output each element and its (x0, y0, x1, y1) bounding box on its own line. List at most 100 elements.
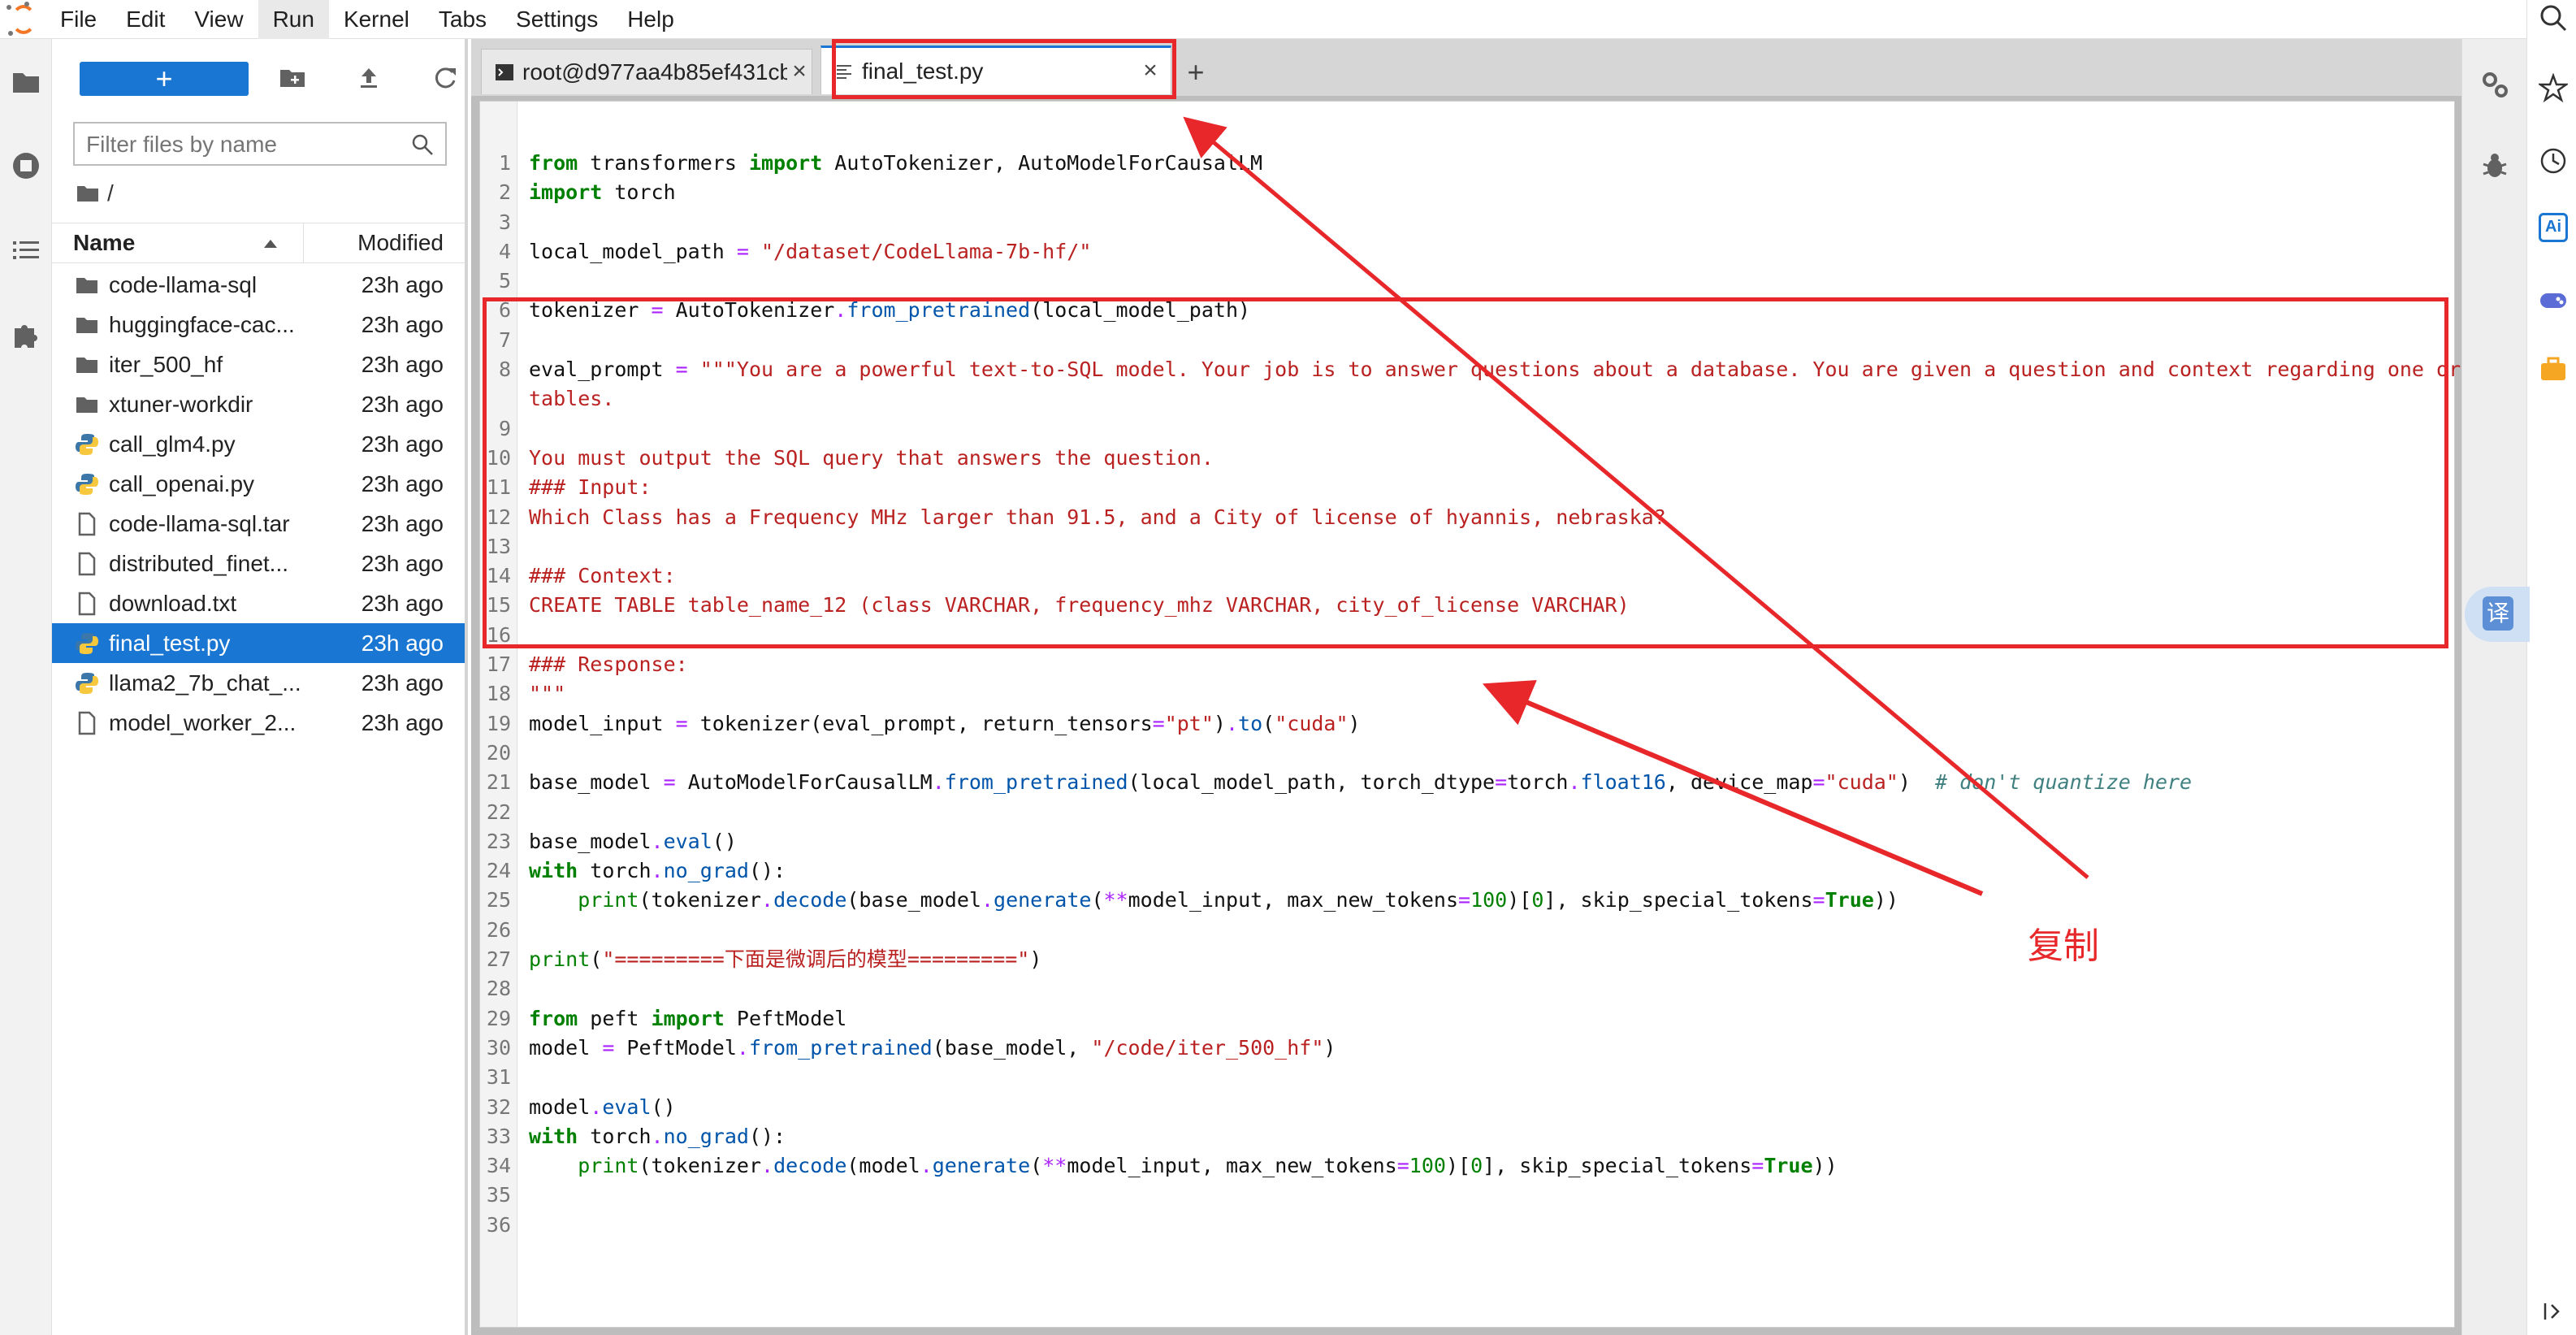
column-header-name[interactable]: Name (52, 223, 304, 262)
line-number: 22 (486, 800, 511, 824)
code-token: True (1825, 888, 1874, 912)
code-text: with torch.no_grad(): (529, 1122, 786, 1151)
menu-view[interactable]: View (180, 0, 258, 39)
gamepad-icon[interactable] (2539, 286, 2568, 315)
jupyter-logo-icon[interactable] (0, 0, 45, 39)
code-line: 5 (480, 267, 2456, 296)
code-token: torch (578, 859, 652, 883)
code-token: PeftModel (724, 1006, 847, 1030)
code-line: 1 from transformers import AutoTokenizer,… (480, 149, 2456, 178)
property-inspector-icon[interactable] (2479, 68, 2511, 101)
code-token: . (1225, 711, 1239, 735)
running-kernels-icon[interactable] (10, 150, 42, 182)
star-icon[interactable] (2539, 73, 2568, 102)
code-line: 27 print("=========下面是微调后的模型=========") (480, 945, 2456, 974)
code-token: ) (1213, 711, 1226, 735)
file-row[interactable]: huggingface-cac... 23h ago (52, 305, 465, 345)
file-name: code-llama-sql (109, 271, 258, 297)
translate-button[interactable]: 译 (2465, 587, 2530, 642)
close-icon[interactable]: × (787, 59, 812, 85)
code-text: from transformers import AutoTokenizer, … (529, 149, 1262, 178)
code-text: """ (529, 679, 565, 709)
code-line: 17 ### Response: (480, 650, 2456, 679)
briefcase-icon[interactable] (2539, 354, 2568, 384)
code-token: )) (1812, 1154, 1838, 1178)
tab-bar: root@d977aa4b85ef431cb × final_test.py ×… (471, 39, 2461, 96)
line-number: 33 (486, 1124, 511, 1148)
menu-tabs[interactable]: Tabs (424, 0, 501, 39)
folder-icon[interactable] (10, 65, 42, 98)
tab-label: root@d977aa4b85ef431cb (522, 59, 787, 85)
file-name: huggingface-cac... (109, 311, 295, 337)
folder-icon (76, 397, 97, 413)
file-row[interactable]: download.txt 23h ago (52, 583, 465, 623)
file-row[interactable]: call_openai.py 23h ago (52, 464, 465, 504)
file-row[interactable]: final_test.py 23h ago (52, 623, 465, 663)
file-row[interactable]: iter_500_hf 23h ago (52, 345, 465, 384)
file-icon (78, 512, 96, 535)
expand-panel-icon[interactable] (2539, 1297, 2568, 1326)
tab-terminal[interactable]: root@d977aa4b85ef431cb × (481, 49, 812, 94)
folder-icon[interactable] (76, 184, 99, 202)
add-tab-button[interactable]: + (1180, 57, 1212, 89)
code-editor[interactable]: 1 from transformers import AutoTokenizer,… (479, 101, 2522, 1328)
file-modified: 23h ago (361, 470, 444, 496)
code-token: model_input, max_new_tokens (1067, 1154, 1397, 1178)
code-token: from (529, 1006, 578, 1030)
code-token: ( (1262, 711, 1275, 735)
line-number: 21 (486, 770, 511, 795)
file-modified: 23h ago (361, 311, 444, 337)
file-browser-panel: + / Name Modified code-llama-sql23h agoh… (52, 39, 468, 1335)
menu-file[interactable]: File (45, 0, 111, 39)
file-row[interactable]: model_worker_2... 23h ago (52, 703, 465, 743)
activity-bar (0, 39, 52, 1335)
history-icon[interactable] (2539, 146, 2568, 176)
file-row[interactable]: code-llama-sql.tar 23h ago (52, 504, 465, 544)
code-token: 0 (1470, 1154, 1483, 1178)
table-of-contents-icon[interactable] (10, 234, 42, 267)
menu-run[interactable]: Run (258, 0, 329, 39)
column-header-modified[interactable]: Modified (304, 230, 465, 256)
file-modified: 23h ago (361, 630, 444, 656)
line-number: 35 (486, 1183, 511, 1207)
code-token: with (529, 1124, 578, 1148)
file-row[interactable]: xtuner-workdir 23h ago (52, 384, 465, 424)
new-folder-icon[interactable] (278, 63, 307, 93)
file-filter-input[interactable] (84, 130, 393, 159)
file-filter (73, 122, 447, 166)
new-launcher-button[interactable]: + (80, 62, 249, 96)
menu-help[interactable]: Help (613, 0, 689, 39)
file-row[interactable]: distributed_finet... 23h ago (52, 544, 465, 583)
menu-edit[interactable]: Edit (111, 0, 180, 39)
file-modified: 23h ago (361, 550, 444, 576)
breadcrumb-root[interactable]: / (107, 180, 114, 206)
code-token: (local_model_path, torch_dtype (1128, 770, 1496, 795)
code-token: ) (1898, 770, 1936, 795)
upload-icon[interactable] (354, 63, 383, 93)
ai-extension-icon[interactable]: Ai (2539, 213, 2568, 242)
line-number: 5 (498, 269, 511, 293)
menu-kernel[interactable]: Kernel (329, 0, 424, 39)
extension-manager-icon[interactable] (10, 319, 42, 351)
file-row[interactable]: llama2_7b_chat_... 23h ago (52, 663, 465, 703)
code-token: torch (1507, 770, 1569, 795)
code-text: print("=========下面是微调后的模型=========") (529, 945, 1041, 974)
menu-settings[interactable]: Settings (501, 0, 613, 39)
python-file-icon (76, 632, 98, 654)
code-token: peft (578, 1006, 652, 1030)
code-token: """ (529, 682, 566, 706)
code-text: import torch (529, 178, 676, 207)
file-row[interactable]: call_glm4.py 23h ago (52, 424, 465, 464)
code-text: model.eval() (529, 1093, 676, 1122)
code-token: 100 (1470, 888, 1508, 912)
debugger-bug-icon[interactable] (2479, 150, 2511, 182)
file-row[interactable]: code-llama-sql 23h ago (52, 265, 465, 305)
refresh-icon[interactable] (431, 63, 460, 93)
code-token: print (578, 1154, 639, 1178)
search-icon[interactable] (2539, 3, 2568, 33)
code-token: no_grad (663, 859, 749, 883)
code-token: local_model_path (529, 239, 737, 263)
code-line: 28 (480, 974, 2456, 1003)
file-name: call_glm4.py (109, 431, 236, 457)
code-token: (tokenizer (639, 1154, 761, 1178)
